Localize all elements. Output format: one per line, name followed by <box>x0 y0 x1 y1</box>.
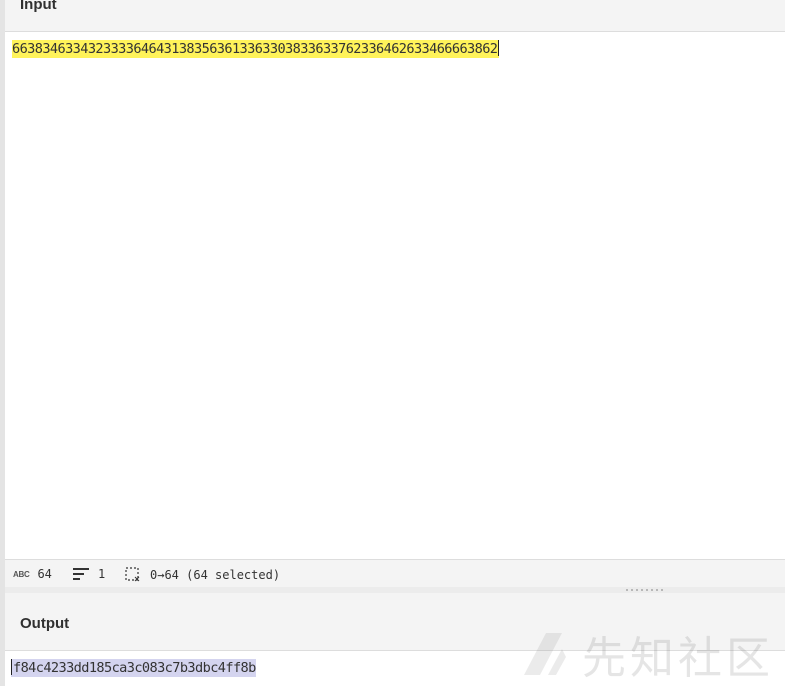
lines-stat: 1 <box>73 567 105 581</box>
input-pane-header: Input <box>5 0 785 32</box>
output-title: Output <box>20 615 70 632</box>
input-status-bar: ABC 64 1 0→64 (64 selected) <box>5 559 785 587</box>
selection-icon <box>125 567 140 582</box>
length-value: 64 <box>37 567 52 581</box>
input-value: 6638346334323333646431383563613363303833… <box>12 41 498 57</box>
lines-icon <box>73 568 89 580</box>
lines-value: 1 <box>98 567 106 581</box>
length-stat: ABC 64 <box>13 567 52 581</box>
selection-value: 0→64 (64 selected) <box>150 567 281 582</box>
input-title: Input <box>20 0 57 13</box>
output-value: f84c4233dd185ca3c083c7b3dbc4ff8b <box>13 660 256 676</box>
input-textarea[interactable]: 6638346334323333646431383563613363303833… <box>5 32 785 559</box>
output-caret <box>11 659 12 675</box>
selection-stat: 0→64 (64 selected) <box>125 567 280 582</box>
text-caret <box>498 40 500 56</box>
output-text: f84c4233dd185ca3c083c7b3dbc4ff8b <box>11 659 256 677</box>
output-textarea[interactable]: f84c4233dd185ca3c083c7b3dbc4ff8b <box>5 651 785 686</box>
output-pane-header: Output <box>5 593 785 651</box>
drag-handle-icon[interactable] <box>625 588 665 592</box>
abc-length-icon: ABC <box>13 569 30 579</box>
input-text: 6638346334323333646431383563613363303833… <box>12 40 500 58</box>
